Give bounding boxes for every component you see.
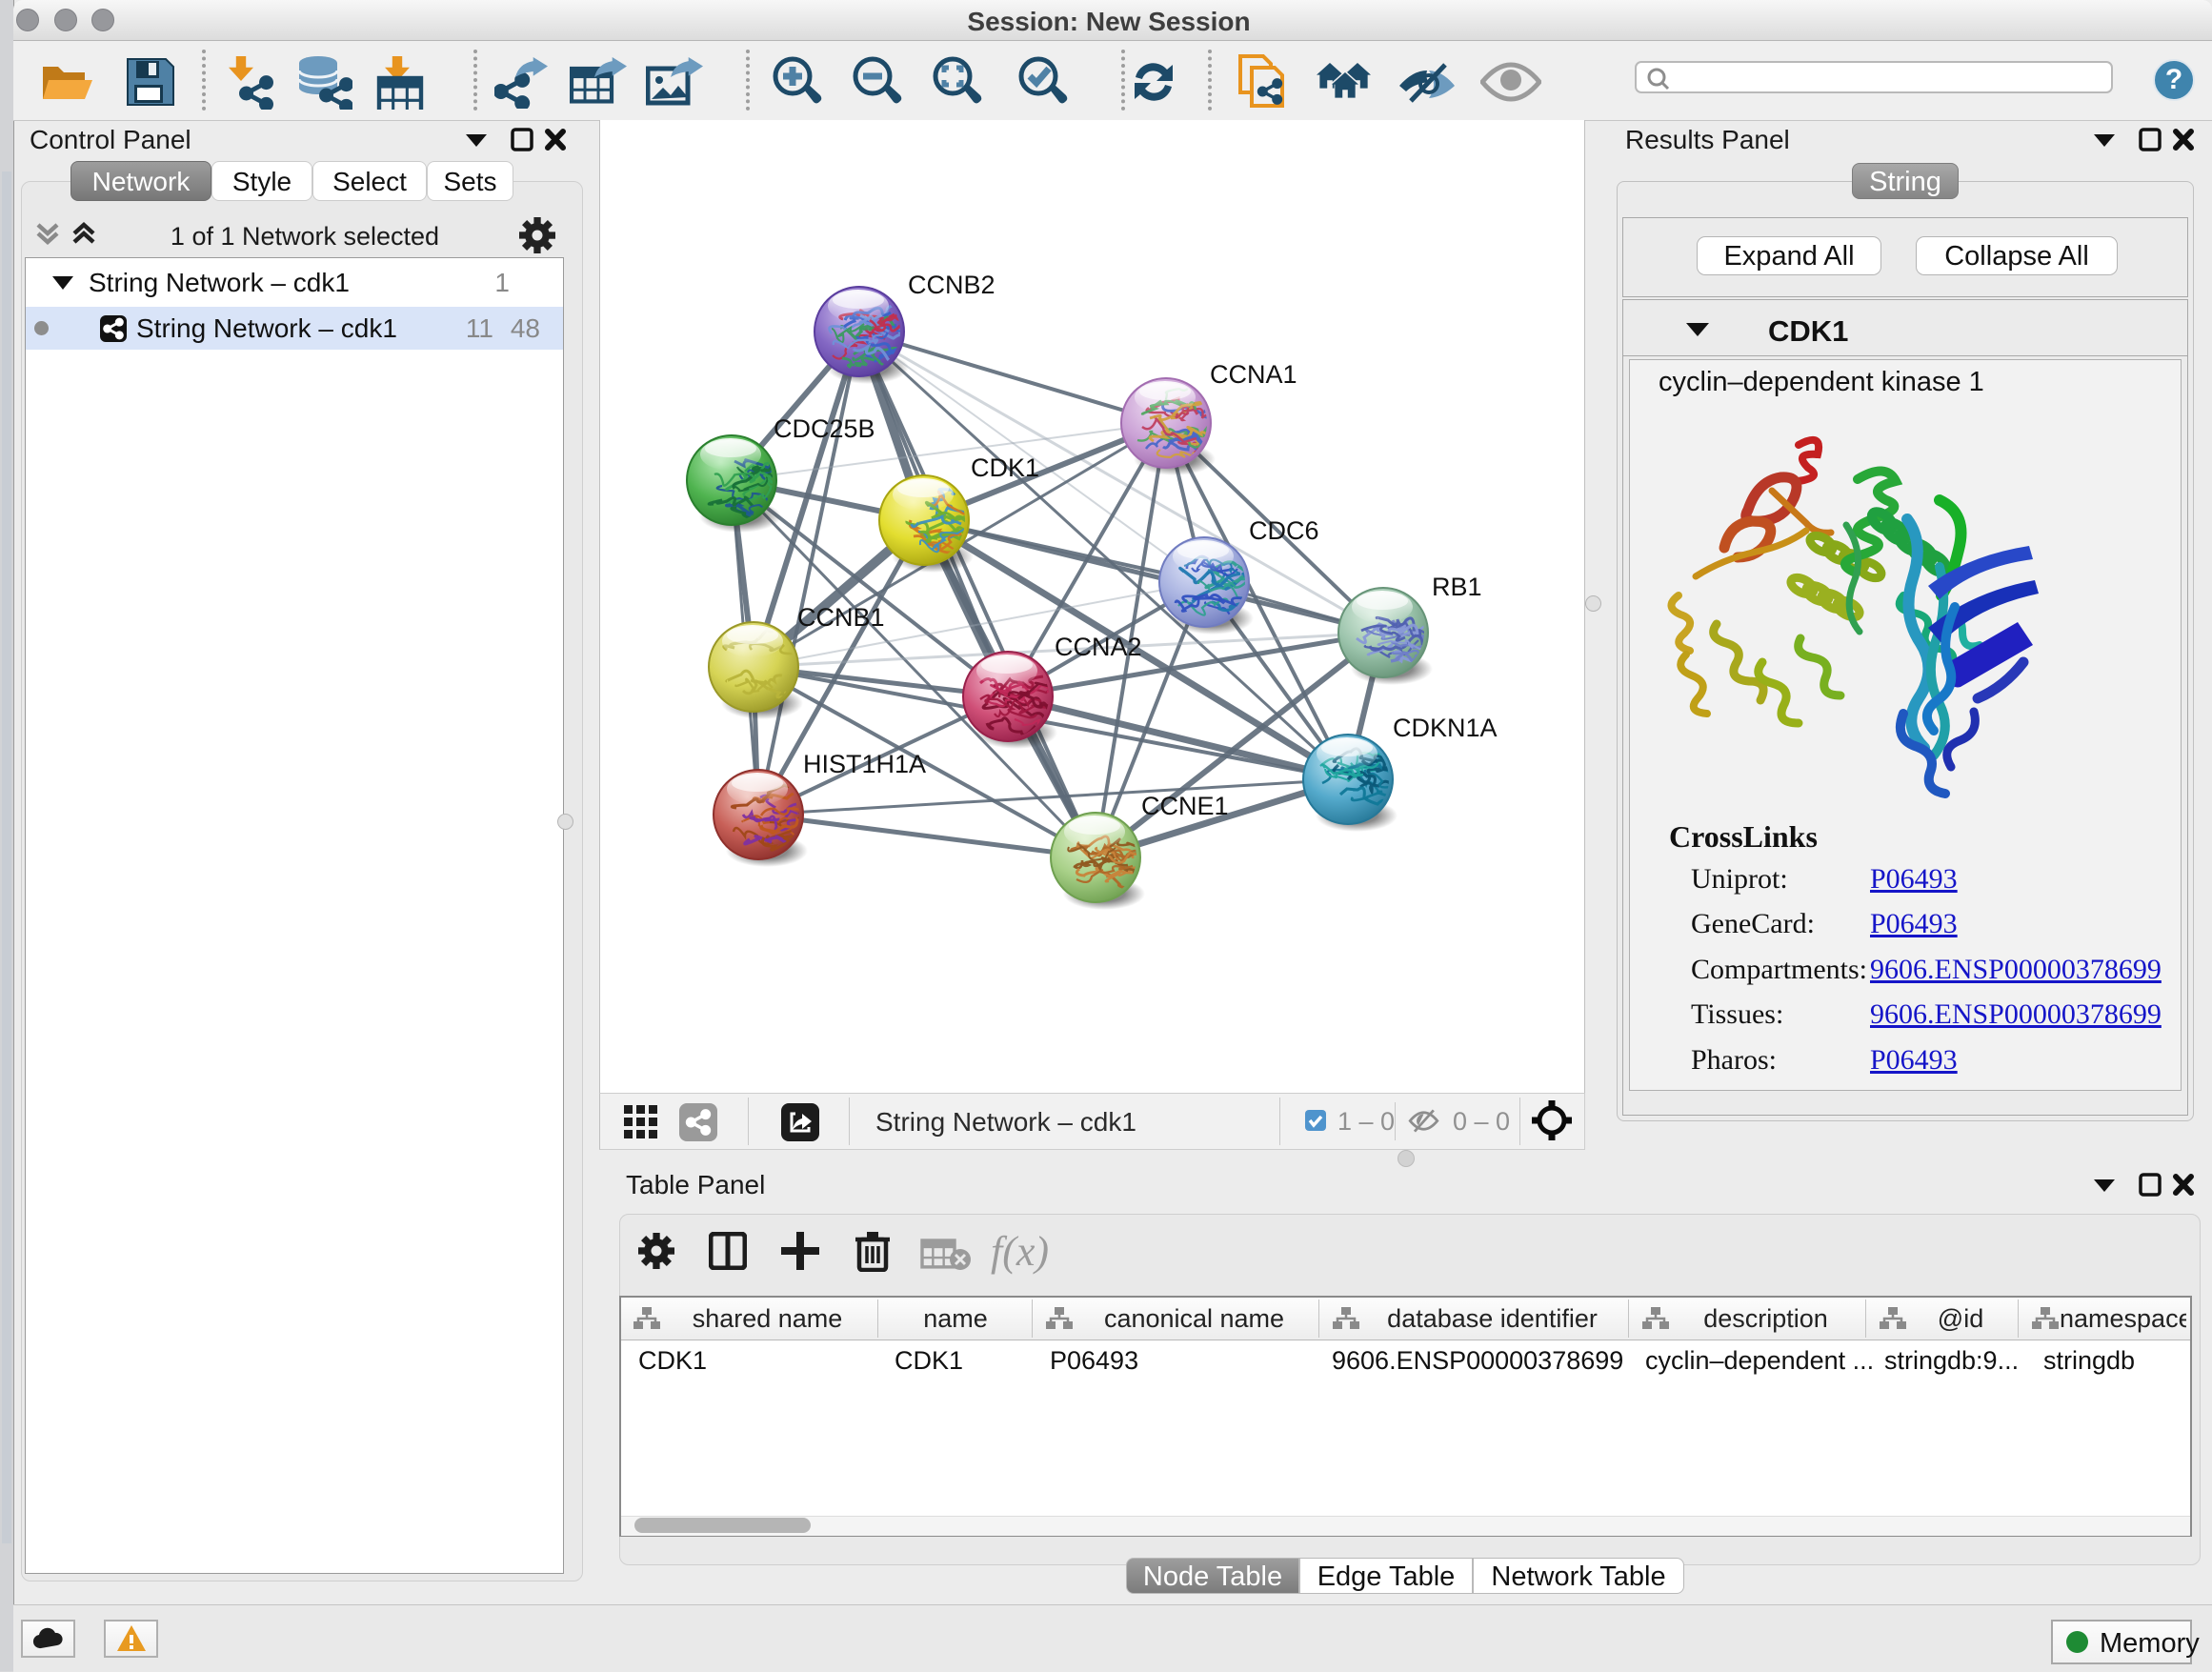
svg-text:CDK1: CDK1 xyxy=(971,453,1039,482)
svg-text:CCNA2: CCNA2 xyxy=(1055,633,1142,661)
svg-text:CDC25B: CDC25B xyxy=(774,414,875,443)
svg-text:CCNE1: CCNE1 xyxy=(1141,792,1229,820)
svg-text:HIST1H1A: HIST1H1A xyxy=(803,750,926,778)
svg-text:CDC6: CDC6 xyxy=(1249,516,1319,545)
svg-text:CCNB2: CCNB2 xyxy=(908,271,995,299)
svg-text:CCNB1: CCNB1 xyxy=(797,603,885,632)
svg-text:RB1: RB1 xyxy=(1432,573,1482,601)
svg-text:CCNA1: CCNA1 xyxy=(1210,360,1297,389)
svg-text:CDKN1A: CDKN1A xyxy=(1393,714,1498,742)
